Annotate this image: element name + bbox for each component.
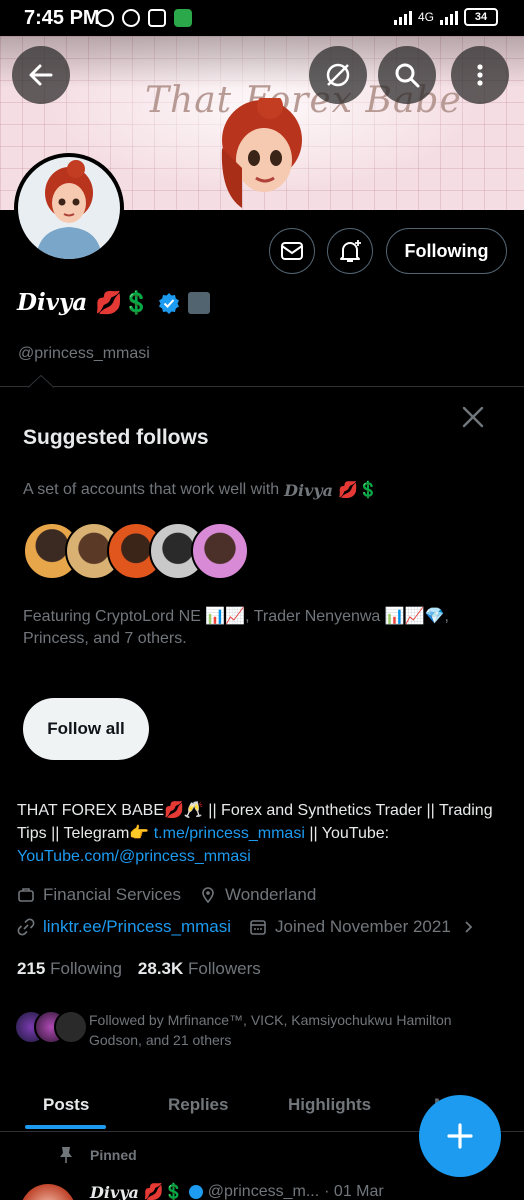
caret-up-icon <box>28 375 54 388</box>
name-emojis: 💋💲 <box>95 289 151 315</box>
compose-button[interactable] <box>419 1095 501 1177</box>
profile-bio: THAT FOREX BABE💋🥂 || Forex and Synthetic… <box>17 802 493 865</box>
pinned-label: Pinned <box>58 1146 137 1164</box>
status-bar: 7:45 PM 4G 34 <box>0 0 524 36</box>
grok-button[interactable] <box>309 46 367 104</box>
suggestion-divider <box>0 386 524 387</box>
suggested-featuring-text: Featuring CryptoLord NE 📊📈, Trader Nenye… <box>23 608 449 647</box>
active-tab-indicator <box>25 1125 106 1129</box>
followed-by-text[interactable]: Followed by Mrfinance™, VICK, Kamsiyochu… <box>89 1010 499 1050</box>
message-button[interactable] <box>269 228 315 274</box>
mutual-avatar <box>54 1010 88 1044</box>
profile-stats: 215 Following 28.3K Followers <box>17 959 261 979</box>
battery-icon: 34 <box>464 8 498 26</box>
banner-character-illustration <box>221 98 302 208</box>
slash-circle-icon <box>326 63 350 87</box>
search-button[interactable] <box>378 46 436 104</box>
profile-website-link[interactable]: linktr.ee/Princess_mmasi <box>43 917 231 937</box>
bell-plus-icon <box>340 240 361 262</box>
calendar-icon <box>250 920 266 935</box>
profile-category: Financial Services <box>43 885 181 904</box>
suggested-follows-title: Suggested follows <box>23 426 209 449</box>
post-header: Divya 💋💲 @princess_m... · 01 Mar <box>90 1182 384 1200</box>
follow-all-button[interactable]: Follow all <box>23 698 149 760</box>
headphones-icon <box>122 9 140 27</box>
vertical-dots-icon <box>477 64 483 86</box>
followed-by-avatars[interactable] <box>14 1010 88 1044</box>
status-right: 4G 34 <box>393 8 498 26</box>
post-author-name: Divya <box>90 1182 139 1200</box>
affiliate-badge-icon[interactable] <box>188 291 211 314</box>
following-stat[interactable]: 215 Following <box>17 959 122 979</box>
app-notification-icon <box>148 9 166 27</box>
post-author-emojis: 💋💲 <box>143 1184 184 1200</box>
profile-handle: @princess_mmasi <box>18 345 150 362</box>
briefcase-icon <box>18 888 34 902</box>
status-icons <box>96 9 192 27</box>
profile-display-name: Divya 💋💲 <box>17 289 211 316</box>
profile-link-row: linktr.ee/Princess_mmasi Joined November… <box>17 917 477 937</box>
followers-stat[interactable]: 28.3K Followers <box>138 959 261 979</box>
cell-signal-icon <box>440 9 458 25</box>
post-date: · 01 Mar <box>324 1183 384 1200</box>
notifications-button[interactable] <box>327 228 373 274</box>
display-name-text: Divya <box>17 289 88 316</box>
post-handle: @princess_m... <box>207 1183 320 1200</box>
search-icon <box>395 63 420 88</box>
status-time: 7:45 PM <box>24 7 100 29</box>
profile-meta-row: Financial Services Wonderland <box>17 885 316 905</box>
profile-location: Wonderland <box>224 885 317 904</box>
youtube-link[interactable]: YouTube.com/@princess_mmasi <box>17 848 251 865</box>
wifi-signal-icon <box>393 9 412 25</box>
tab-posts[interactable]: Posts <box>43 1080 89 1130</box>
profile-avatar[interactable] <box>14 153 124 263</box>
back-button[interactable] <box>12 46 70 104</box>
tab-replies[interactable]: Replies <box>168 1080 228 1130</box>
verified-badge-icon[interactable] <box>158 292 180 314</box>
plus-icon <box>447 1123 473 1149</box>
suggested-avatars[interactable] <box>23 522 249 580</box>
post-avatar[interactable] <box>20 1184 76 1200</box>
close-icon[interactable] <box>458 402 488 432</box>
suggested-description: A set of accounts that work well with Di… <box>23 480 378 500</box>
verified-badge-icon <box>188 1185 203 1199</box>
avatar-illustration <box>18 157 120 259</box>
tab-highlights[interactable]: Highlights <box>288 1080 371 1130</box>
location-pin-icon <box>202 887 214 904</box>
android-notification-icon <box>174 9 192 27</box>
arrow-left-icon <box>29 64 53 86</box>
network-type: 4G <box>417 10 434 24</box>
alarm-icon <box>96 9 114 27</box>
pinned-post[interactable]: Divya 💋💲 @princess_m... · 01 Mar <box>18 1178 524 1200</box>
following-button[interactable]: Following <box>386 228 507 274</box>
suggested-avatar[interactable] <box>191 522 249 580</box>
telegram-link[interactable]: t.me/princess_mmasi <box>154 825 305 842</box>
more-options-button[interactable] <box>451 46 509 104</box>
pin-icon <box>60 1147 72 1163</box>
envelope-icon <box>281 242 303 260</box>
profile-joined: Joined November 2021 <box>275 917 451 936</box>
chevron-right-icon[interactable] <box>459 918 477 936</box>
link-icon <box>17 918 35 936</box>
